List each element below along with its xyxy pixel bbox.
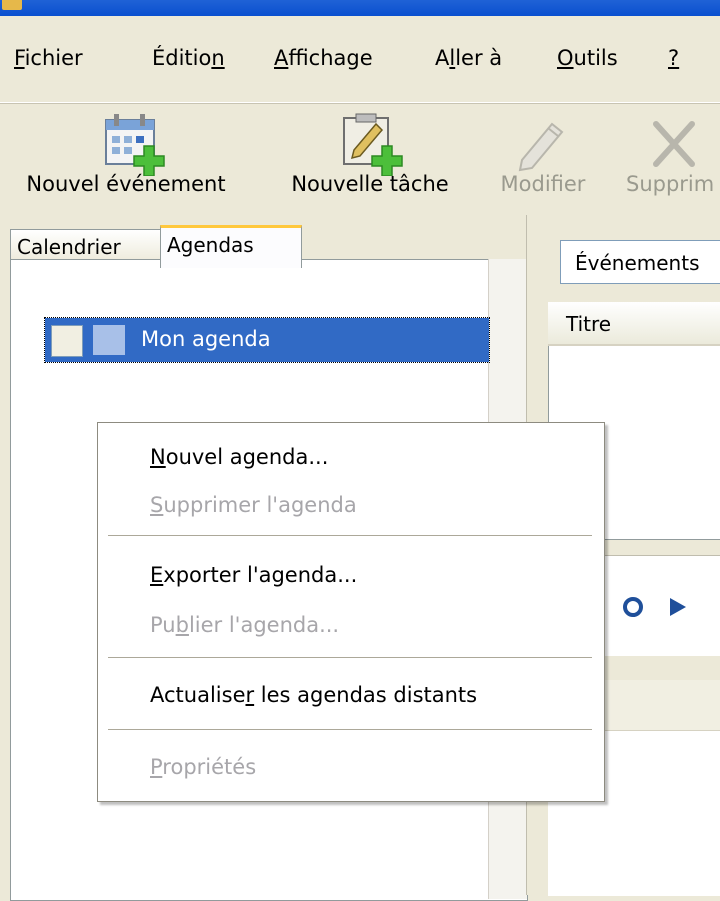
menu-aller-a[interactable]: Aller à: [435, 46, 502, 70]
agenda-context-menu: Nouvel agenda... Supprimer l'agenda Expo…: [97, 422, 605, 802]
menu-bar: Fichier Édition Affichage Aller à Outils…: [0, 16, 720, 103]
menu-item-delete-agenda[interactable]: Supprimer l'agenda: [150, 493, 357, 517]
tab-agendas[interactable]: Agendas: [160, 225, 302, 268]
menu-separator: [108, 657, 592, 658]
new-event-button[interactable]: Nouvel événement: [0, 104, 252, 216]
next-arrow-icon[interactable]: [666, 596, 688, 618]
menu-fichier[interactable]: Fichier: [14, 46, 83, 70]
menu-item-new-agenda[interactable]: Nouvel agenda...: [150, 445, 328, 469]
menu-separator: [108, 729, 592, 730]
event-list-header-title[interactable]: Titre: [548, 302, 720, 346]
agenda-visibility-checkbox[interactable]: [51, 325, 83, 357]
calendar-add-icon: [105, 114, 165, 176]
window-titlebar: [0, 0, 720, 16]
agenda-row-mon-agenda[interactable]: Mon agenda: [44, 317, 490, 363]
menu-item-refresh-remote[interactable]: Actualiser les agendas distants: [150, 683, 477, 707]
agenda-name: Mon agenda: [141, 327, 271, 351]
delete-button[interactable]: Supprim: [618, 104, 720, 216]
menu-separator: [108, 535, 592, 536]
app-icon: [2, 0, 22, 10]
menu-affichage[interactable]: Affichage: [274, 46, 373, 70]
pencil-icon: [518, 122, 564, 172]
menu-item-properties[interactable]: Propriétés: [150, 755, 256, 779]
toolbar: Nouvel événement Nouvelle tâche Modifier…: [0, 103, 720, 216]
menu-item-export-agenda[interactable]: Exporter l'agenda...: [150, 563, 357, 587]
agenda-color-swatch: [93, 325, 125, 355]
today-circle-icon[interactable]: [622, 596, 644, 618]
menu-outils[interactable]: Outils: [557, 46, 618, 70]
task-add-icon: [343, 113, 403, 176]
event-filter-select[interactable]: Événements: [560, 240, 720, 284]
delete-x-icon: [653, 121, 695, 167]
menu-edition[interactable]: Édition: [152, 46, 225, 70]
left-tabs: Calendrier Agendas: [0, 215, 540, 268]
edit-button[interactable]: Modifier: [488, 104, 598, 216]
menu-help[interactable]: ?: [668, 46, 679, 70]
menu-item-publish-agenda[interactable]: Publier l'agenda...: [150, 613, 339, 637]
new-task-button[interactable]: Nouvelle tâche: [272, 104, 468, 216]
